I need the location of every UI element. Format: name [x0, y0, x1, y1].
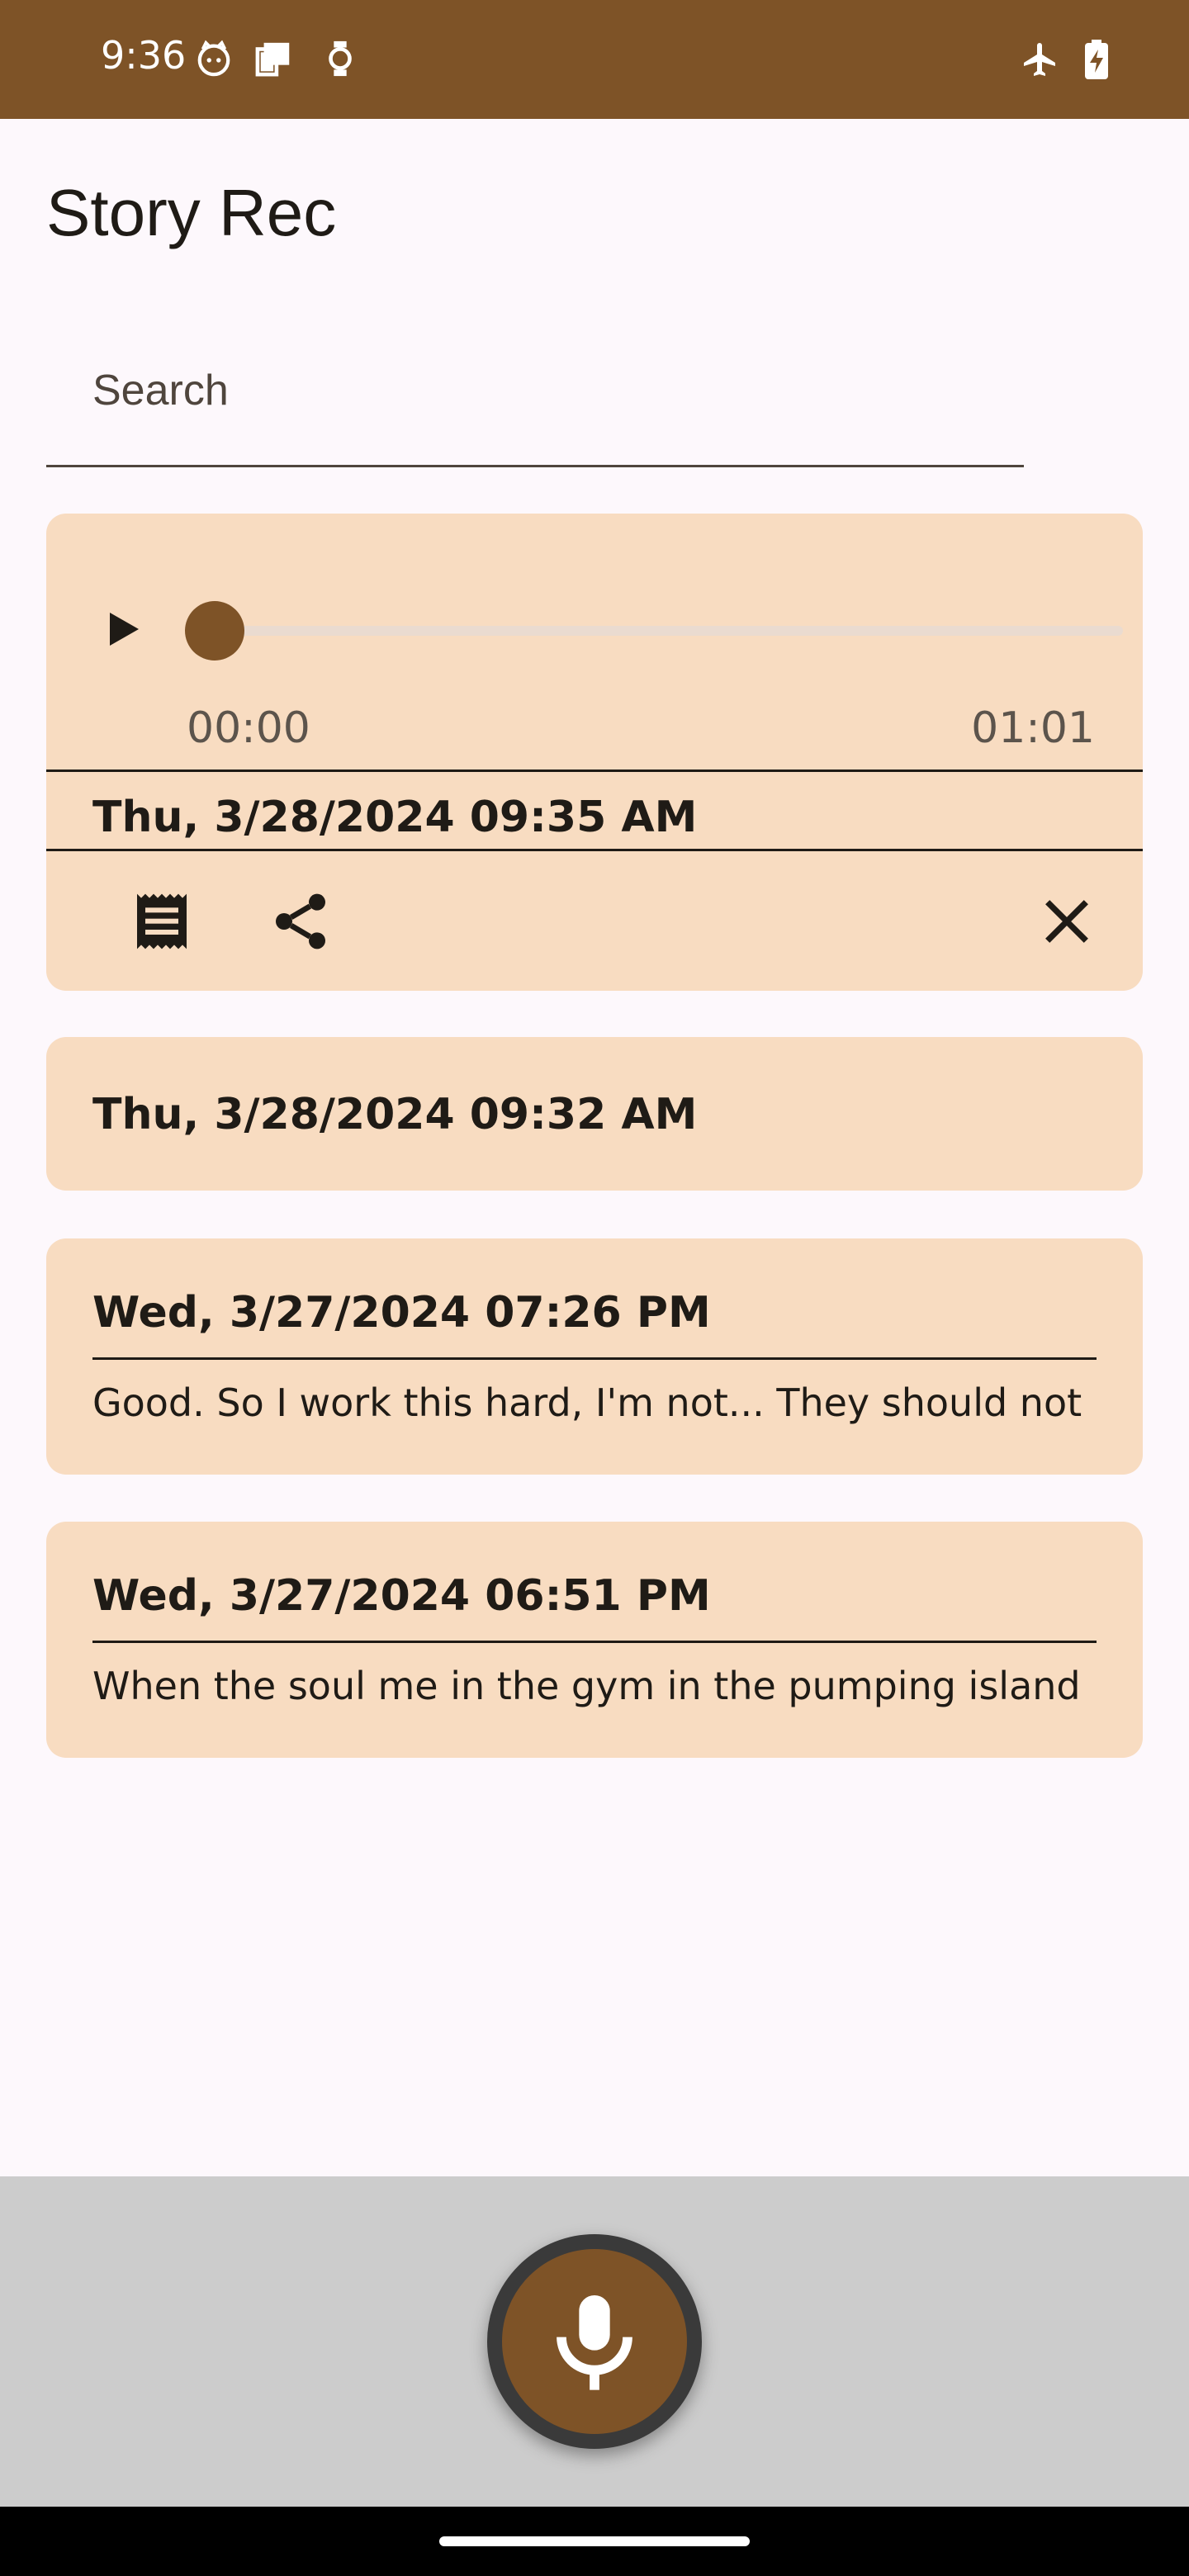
recording-card[interactable]: Thu, 3/28/2024 09:32 AM [46, 1037, 1143, 1191]
bottom-bar [0, 2176, 1189, 2507]
date-underline [92, 1641, 1097, 1643]
recording-card[interactable]: Wed, 3/27/2024 06:51 PM When the soul me… [46, 1522, 1143, 1758]
play-icon[interactable] [97, 604, 147, 654]
status-time: 9:36 [101, 33, 187, 78]
home-handle[interactable] [439, 2536, 750, 2546]
recording-card-expanded[interactable]: 00:00 01:01 Thu, 3/28/2024 09:35 AM [46, 514, 1143, 991]
microphone-icon [557, 2295, 632, 2390]
seek-slider-thumb[interactable] [185, 601, 244, 661]
transcript-snippet: Good. So I work this hard, I'm not... Th… [92, 1380, 1082, 1425]
share-icon[interactable] [268, 888, 334, 954]
navigation-bar [0, 2507, 1189, 2576]
watch-icon [325, 40, 355, 82]
recording-date: Thu, 3/28/2024 09:35 AM [92, 793, 698, 842]
app-title: Story Rec [46, 176, 337, 249]
total-duration: 01:01 [971, 703, 1095, 753]
search-field[interactable] [46, 314, 1024, 467]
search-input[interactable] [92, 353, 984, 428]
transcript-snippet: When the soul me in the gym in the pumpi… [92, 1664, 1081, 1708]
divider [46, 849, 1143, 851]
recording-date: Wed, 3/27/2024 06:51 PM [92, 1571, 711, 1621]
recording-date: Wed, 3/27/2024 07:26 PM [92, 1288, 711, 1338]
recording-card[interactable]: Wed, 3/27/2024 07:26 PM Good. So I work … [46, 1238, 1143, 1475]
current-position: 00:00 [187, 703, 310, 753]
record-button[interactable] [487, 2234, 702, 2449]
device-icon [254, 40, 296, 82]
divider [46, 769, 1143, 772]
receipt-icon[interactable] [129, 888, 195, 954]
recording-date: Thu, 3/28/2024 09:32 AM [92, 1090, 698, 1139]
seek-slider[interactable] [211, 626, 1123, 636]
status-bar: 9:36 [0, 0, 1189, 119]
date-underline [92, 1357, 1097, 1360]
cat-face-icon [195, 40, 233, 82]
close-icon[interactable] [1034, 888, 1100, 954]
airplane-mode-icon [1021, 40, 1060, 83]
battery-charging-icon [1083, 40, 1110, 83]
